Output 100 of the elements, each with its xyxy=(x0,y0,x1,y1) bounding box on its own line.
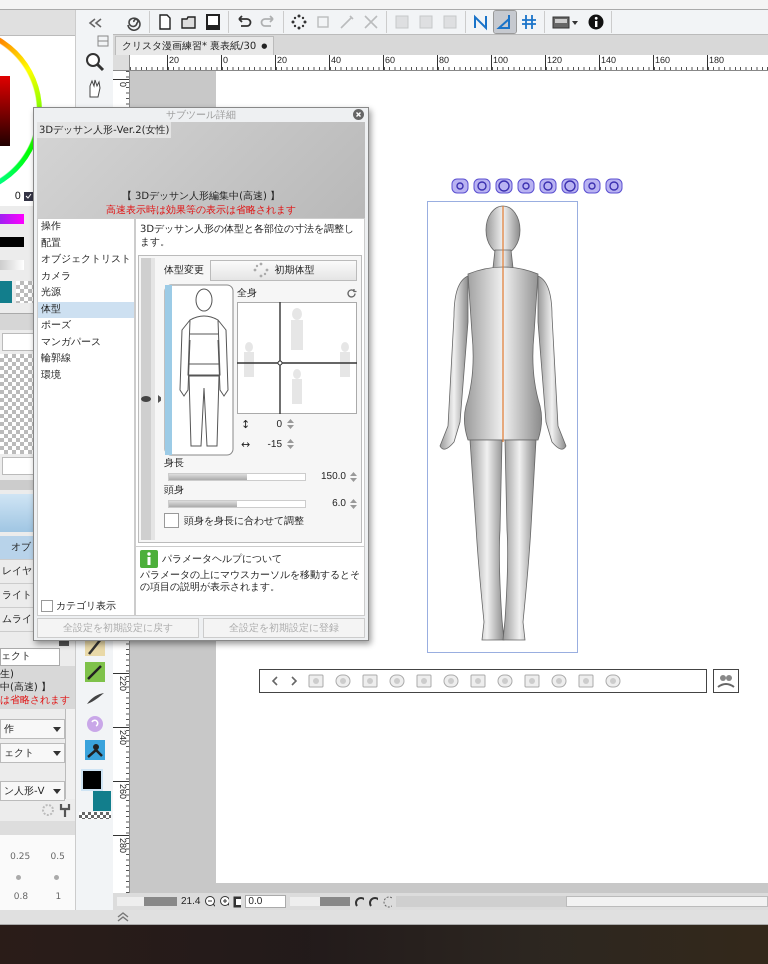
dot-icon xyxy=(54,874,59,880)
dropdown[interactable]: ェクト xyxy=(0,743,65,763)
grid-icon[interactable] xyxy=(97,35,109,47)
horizontal-scrollbar[interactable] xyxy=(396,896,768,907)
main-color-swatch[interactable] xyxy=(80,769,102,791)
angle-field[interactable]: 0.0 xyxy=(245,895,286,908)
info-icon xyxy=(140,550,158,568)
figure-icon[interactable] xyxy=(84,739,106,761)
figure-control-icon[interactable] xyxy=(451,178,469,194)
horizontal-arrow: ↔ xyxy=(241,438,252,450)
collapse-icon[interactable] xyxy=(88,18,102,28)
figure-control-icon[interactable] xyxy=(605,178,623,194)
ruler-label: 140 xyxy=(599,55,653,70)
expand-arrow-icon[interactable] xyxy=(158,395,161,403)
checkbox[interactable] xyxy=(164,513,179,528)
checkbox-label: 頭身を身長に合わせて調整 xyxy=(184,514,304,528)
slider[interactable] xyxy=(168,500,306,508)
color-gradient-strip[interactable] xyxy=(0,214,24,224)
expand-icon[interactable] xyxy=(117,912,129,922)
category-item[interactable]: 輪郭線 xyxy=(38,351,134,368)
checkbox-label: カテゴリ表示 xyxy=(56,600,116,613)
help-title: パラメータヘルプについて xyxy=(162,552,282,566)
transparent-swatch[interactable] xyxy=(78,812,110,819)
dropdown[interactable]: 作 xyxy=(0,719,65,739)
figure-control-icon[interactable] xyxy=(495,178,513,194)
ruler-label: 60 xyxy=(383,55,437,70)
value-label: 0.25 xyxy=(10,852,30,862)
figure-control-icon[interactable] xyxy=(561,178,579,194)
dot-icon xyxy=(16,874,22,880)
caret-icon xyxy=(53,726,61,732)
pen-icon[interactable] xyxy=(84,661,106,683)
slider-value[interactable]: 6.0 xyxy=(310,498,346,509)
category-item[interactable]: 光源 xyxy=(38,285,134,302)
sub-color-swatch[interactable] xyxy=(92,791,110,811)
slider[interactable] xyxy=(168,472,306,480)
dropdown[interactable]: ン人形-V xyxy=(0,781,65,801)
scrollbar-thumb[interactable] xyxy=(566,896,768,907)
category-item[interactable]: マンガパース xyxy=(38,334,134,351)
scrollbar[interactable] xyxy=(65,709,75,799)
zoom-slider[interactable] xyxy=(117,897,177,906)
spinner-icon[interactable] xyxy=(350,498,357,510)
checkbox[interactable] xyxy=(41,600,53,612)
reset-icon[interactable] xyxy=(346,288,357,298)
slider-label: 身長 xyxy=(164,457,185,470)
initial-shape-button[interactable]: 初期体型 xyxy=(210,260,357,280)
preview-name: 3Dデッサン人形-Ver.2(女性) xyxy=(37,122,172,138)
color-swatch[interactable] xyxy=(0,281,12,303)
value-label: 0.5 xyxy=(50,852,65,862)
panel-tab[interactable]: ェクト xyxy=(0,648,60,666)
info-text: は省略されます xyxy=(0,694,71,707)
spinner-icon[interactable] xyxy=(350,470,357,482)
color-value: 0 xyxy=(14,190,21,202)
ruler-label: 260 xyxy=(113,781,129,835)
color-gradient-strip[interactable] xyxy=(0,237,24,247)
ruler-label: 180 xyxy=(707,55,761,70)
ruler-label: 160 xyxy=(653,55,707,70)
wrench-icon[interactable] xyxy=(59,803,71,817)
reset-icon[interactable] xyxy=(382,894,392,908)
figure-control-icon[interactable] xyxy=(517,178,535,194)
figure-control-icon[interactable] xyxy=(583,178,601,194)
ruler-label: 0 xyxy=(221,55,275,70)
sparkle-icon xyxy=(252,262,268,278)
help-text: パラメータの上にマウスカーソルを移動するとその項目の説明が表示されます。 xyxy=(140,570,360,594)
figure-control-icon[interactable] xyxy=(539,178,557,194)
ruler-label: 80 xyxy=(437,55,491,70)
rotate-left-icon[interactable] xyxy=(354,894,364,908)
category-item[interactable]: 体型 xyxy=(38,302,134,318)
ruler-icon[interactable] xyxy=(494,11,516,33)
category-item[interactable]: 環境 xyxy=(38,368,134,384)
dialog-title: サブツール詳細 xyxy=(166,108,236,122)
zoom-out-icon[interactable] xyxy=(204,894,215,908)
category-item[interactable]: オブジェクトリスト xyxy=(38,252,134,268)
angle-slider[interactable] xyxy=(290,897,350,906)
ruler-label: 240 xyxy=(113,727,129,781)
ruler-label: 220 xyxy=(113,673,129,727)
category-item[interactable]: ポーズ xyxy=(38,318,134,334)
body-part-diagram[interactable] xyxy=(164,284,234,456)
category-item[interactable]: 操作 xyxy=(38,219,134,236)
value-label: 1 xyxy=(56,892,62,902)
ruler-label: 280 xyxy=(113,835,129,889)
figure-control-icon[interactable] xyxy=(473,178,491,194)
vertical-value[interactable]: 0 xyxy=(260,418,282,430)
rotate-right-icon[interactable] xyxy=(368,894,378,908)
category-item[interactable]: カメラ xyxy=(38,268,134,285)
close-icon[interactable] xyxy=(353,109,364,120)
horizontal-value[interactable]: -15 xyxy=(260,438,282,450)
fit-icon[interactable] xyxy=(232,896,242,908)
color-gradient-strip[interactable] xyxy=(0,260,24,270)
category-item[interactable]: 配置 xyxy=(38,236,134,252)
zoom-in-icon[interactable] xyxy=(218,894,229,908)
spinner-icon[interactable] xyxy=(287,438,294,450)
slider-value[interactable]: 150.0 xyxy=(310,471,346,482)
ruler-label: 20 xyxy=(275,55,329,70)
check-icon[interactable] xyxy=(24,192,33,200)
zoom-icon[interactable] xyxy=(84,51,106,73)
figures-icon[interactable] xyxy=(716,673,736,689)
zoom-value: 21.4 xyxy=(181,896,200,907)
eye-icon[interactable] xyxy=(141,395,151,403)
description-text: 3Dデッサン人形の体型と各部位の寸法を調整します。 xyxy=(139,222,356,250)
spinner-icon[interactable] xyxy=(287,418,294,430)
